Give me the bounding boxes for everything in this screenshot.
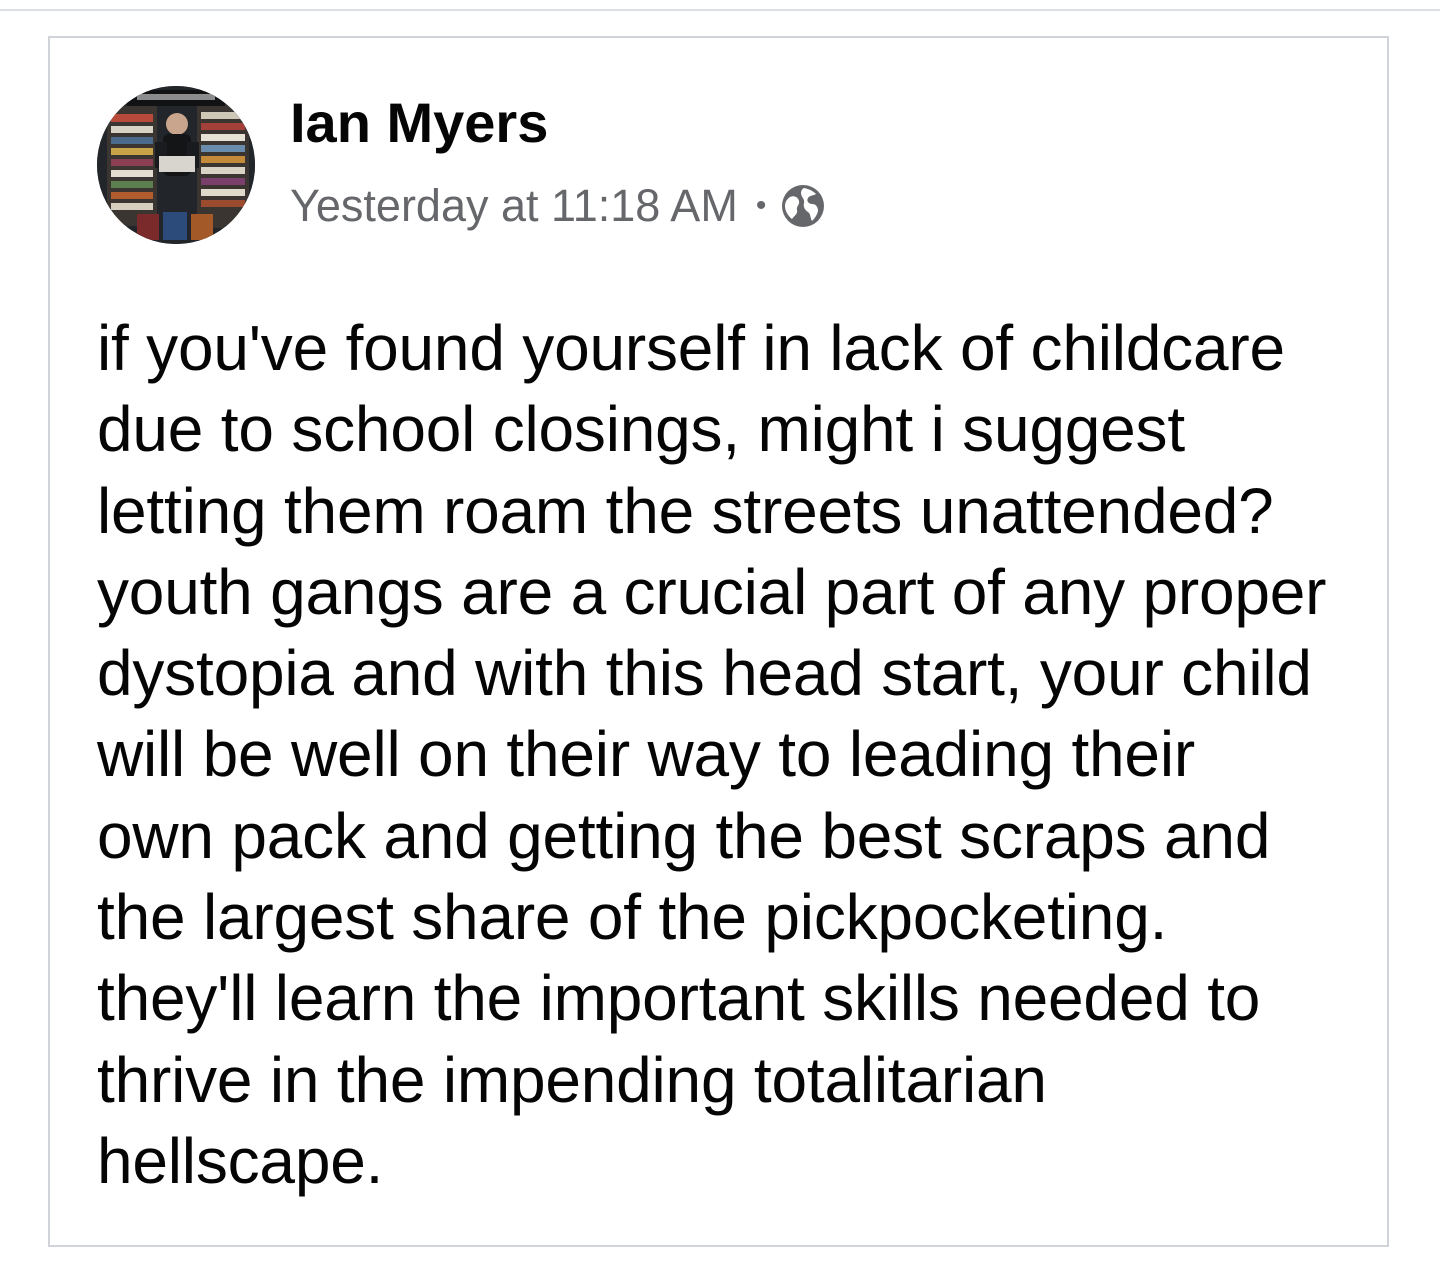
top-divider xyxy=(0,9,1440,11)
globe-icon[interactable] xyxy=(780,183,826,229)
post-meta: Yesterday at 11:18 AM • xyxy=(290,178,826,234)
post-card: Ian Myers Yesterday at 11:18 AM • if you… xyxy=(48,36,1389,1247)
avatar[interactable] xyxy=(97,86,255,244)
meta-separator: • xyxy=(755,189,767,222)
post-body: if you've found yourself in lack of chil… xyxy=(97,312,1327,1197)
author-name[interactable]: Ian Myers xyxy=(290,90,548,156)
avatar-photo xyxy=(97,86,255,244)
post-timestamp[interactable]: Yesterday at 11:18 AM xyxy=(290,180,738,232)
